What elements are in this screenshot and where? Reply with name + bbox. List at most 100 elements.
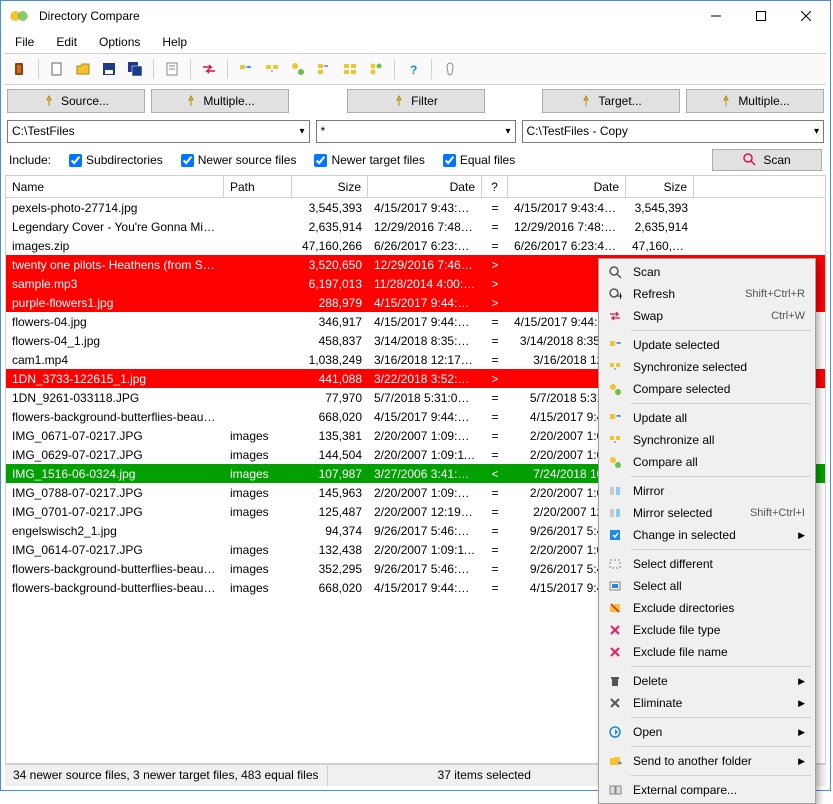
exdir-icon bbox=[605, 598, 625, 618]
target-multiple-button[interactable]: Multiple... bbox=[686, 89, 824, 113]
minimize-button[interactable] bbox=[693, 1, 738, 31]
tb-updsel-icon[interactable] bbox=[235, 58, 257, 80]
menu-edit[interactable]: Edit bbox=[46, 33, 87, 51]
pin-icon bbox=[185, 95, 197, 107]
scan-button[interactable]: Scan bbox=[712, 149, 822, 171]
col-size2[interactable]: Size bbox=[626, 176, 694, 197]
ctx-compare-all[interactable]: Compare all bbox=[601, 451, 813, 473]
col-date[interactable]: Date bbox=[368, 176, 482, 197]
tb-help-icon[interactable]: ? bbox=[402, 58, 424, 80]
tb-save-icon[interactable] bbox=[98, 58, 120, 80]
tb-updall-icon[interactable] bbox=[313, 58, 335, 80]
ctx-mirror[interactable]: Mirror bbox=[601, 480, 813, 502]
table-row[interactable]: pexels-photo-27714.jpg3,545,3934/15/2017… bbox=[6, 198, 825, 217]
ctx-synchronize-selected[interactable]: Synchronize selected bbox=[601, 356, 813, 378]
menubar: File Edit Options Help bbox=[1, 31, 830, 53]
source-path-value: C:\TestFiles bbox=[12, 124, 75, 138]
col-cmp[interactable]: ? bbox=[482, 176, 508, 197]
ctx-update-selected[interactable]: Update selected bbox=[601, 334, 813, 356]
source-buttons-bar: Source... Multiple... Filter Target... M… bbox=[1, 85, 830, 117]
selall-icon bbox=[605, 576, 625, 596]
ctx-label: Exclude file type bbox=[633, 623, 809, 637]
source-multiple-button[interactable]: Multiple... bbox=[151, 89, 289, 113]
ctx-exclude-directories[interactable]: Exclude directories bbox=[601, 597, 813, 619]
ctx-label: Exclude directories bbox=[633, 601, 809, 615]
status-summary: 34 newer source files, 3 newer target fi… bbox=[5, 765, 328, 786]
menu-file[interactable]: File bbox=[5, 33, 44, 51]
filter-button[interactable]: Filter bbox=[347, 89, 485, 113]
ctx-label: Synchronize selected bbox=[633, 360, 809, 374]
submenu-arrow-icon: ▶ bbox=[798, 698, 805, 709]
tb-open-icon[interactable] bbox=[72, 58, 94, 80]
ctx-label: Update all bbox=[633, 411, 809, 425]
tb-saveall-icon[interactable] bbox=[124, 58, 146, 80]
subdirectories-checkbox[interactable]: Subdirectories bbox=[69, 153, 163, 167]
context-menu[interactable]: Scan +RefreshShift+Ctrl+RSwapCtrl+W Update… bbox=[598, 258, 816, 804]
filter-value: * bbox=[321, 124, 326, 138]
newer-target-checkbox[interactable]: Newer target files bbox=[314, 153, 424, 167]
cmp-icon bbox=[605, 379, 625, 399]
col-name[interactable]: Name bbox=[6, 176, 224, 197]
tb-cmpsel-icon[interactable] bbox=[287, 58, 309, 80]
col-path[interactable]: Path bbox=[224, 176, 292, 197]
titlebar[interactable]: Directory Compare bbox=[1, 1, 830, 31]
maximize-button[interactable] bbox=[738, 1, 783, 31]
ctx-label: Exclude file name bbox=[633, 645, 809, 659]
tb-swap-icon[interactable] bbox=[198, 58, 220, 80]
tb-cmpall-icon[interactable] bbox=[365, 58, 387, 80]
submenu-arrow-icon: ▶ bbox=[798, 727, 805, 738]
tb-new-icon[interactable] bbox=[46, 58, 68, 80]
ctx-change-in-selected[interactable]: Change in selected▶ bbox=[601, 524, 813, 546]
ctx-exclude-file-name[interactable]: Exclude file name bbox=[601, 641, 813, 663]
extype-icon bbox=[605, 620, 625, 640]
chevron-down-icon: ▾ bbox=[505, 126, 510, 137]
equal-files-checkbox[interactable]: Equal files bbox=[443, 153, 515, 167]
target-button[interactable]: Target... bbox=[542, 89, 680, 113]
pin-icon bbox=[393, 95, 405, 107]
ctx-select-all[interactable]: Select all bbox=[601, 575, 813, 597]
target-path-combo[interactable]: C:\TestFiles - Copy▾ bbox=[522, 120, 825, 143]
ctx-exclude-file-type[interactable]: Exclude file type bbox=[601, 619, 813, 641]
menu-separator bbox=[631, 666, 811, 667]
ctx-update-all[interactable]: Update all bbox=[601, 407, 813, 429]
ctx-eliminate[interactable]: Eliminate▶ bbox=[601, 692, 813, 714]
tb-syncall-icon[interactable] bbox=[339, 58, 361, 80]
tb-about-icon[interactable] bbox=[439, 58, 461, 80]
ctx-mirror-selected[interactable]: Mirror selectedShift+Ctrl+I bbox=[601, 502, 813, 524]
ctx-synchronize-all[interactable]: Synchronize all bbox=[601, 429, 813, 451]
col-date2[interactable]: Date bbox=[508, 176, 626, 197]
col-size[interactable]: Size bbox=[292, 176, 368, 197]
multiple-button-label: Multiple... bbox=[203, 94, 254, 108]
table-row[interactable]: Legendary Cover - You're Gonna Miss Me .… bbox=[6, 217, 825, 236]
table-row[interactable]: images.zip47,160,2666/26/2017 6:23:45 ..… bbox=[6, 236, 825, 255]
menu-options[interactable]: Options bbox=[89, 33, 150, 51]
ctx-scan[interactable]: Scan bbox=[601, 261, 813, 283]
ctx-shortcut: Shift+Ctrl+R bbox=[745, 288, 805, 300]
tb-properties-icon[interactable] bbox=[161, 58, 183, 80]
pin-icon bbox=[720, 95, 732, 107]
cmp-icon bbox=[605, 452, 625, 472]
source-button[interactable]: Source... bbox=[7, 89, 145, 113]
ctx-swap[interactable]: SwapCtrl+W bbox=[601, 305, 813, 327]
newer-source-checkbox[interactable]: Newer source files bbox=[181, 153, 297, 167]
ctx-open[interactable]: Open▶ bbox=[601, 721, 813, 743]
ctx-external-compare-[interactable]: External compare... bbox=[601, 779, 813, 801]
menu-separator bbox=[631, 330, 811, 331]
ctx-send-to-another-folder[interactable]: Send to another folder▶ bbox=[601, 750, 813, 772]
menu-separator bbox=[631, 775, 811, 776]
source-path-combo[interactable]: C:\TestFiles▾ bbox=[7, 120, 310, 143]
menu-help[interactable]: Help bbox=[152, 33, 197, 51]
svg-text:?: ? bbox=[410, 63, 417, 77]
ctx-refresh[interactable]: +RefreshShift+Ctrl+R bbox=[601, 283, 813, 305]
del-icon bbox=[605, 671, 625, 691]
submenu-arrow-icon: ▶ bbox=[798, 756, 805, 767]
ctx-delete[interactable]: Delete▶ bbox=[601, 670, 813, 692]
ctx-label: Scan bbox=[633, 265, 809, 279]
ctx-compare-selected[interactable]: Compare selected bbox=[601, 378, 813, 400]
tb-syncsel-icon[interactable] bbox=[261, 58, 283, 80]
filter-combo[interactable]: *▾ bbox=[316, 120, 516, 143]
close-button[interactable] bbox=[783, 1, 828, 31]
ctx-select-different[interactable]: Select different bbox=[601, 553, 813, 575]
tb-exit-icon[interactable] bbox=[9, 58, 31, 80]
ctx-label: External compare... bbox=[633, 783, 809, 797]
